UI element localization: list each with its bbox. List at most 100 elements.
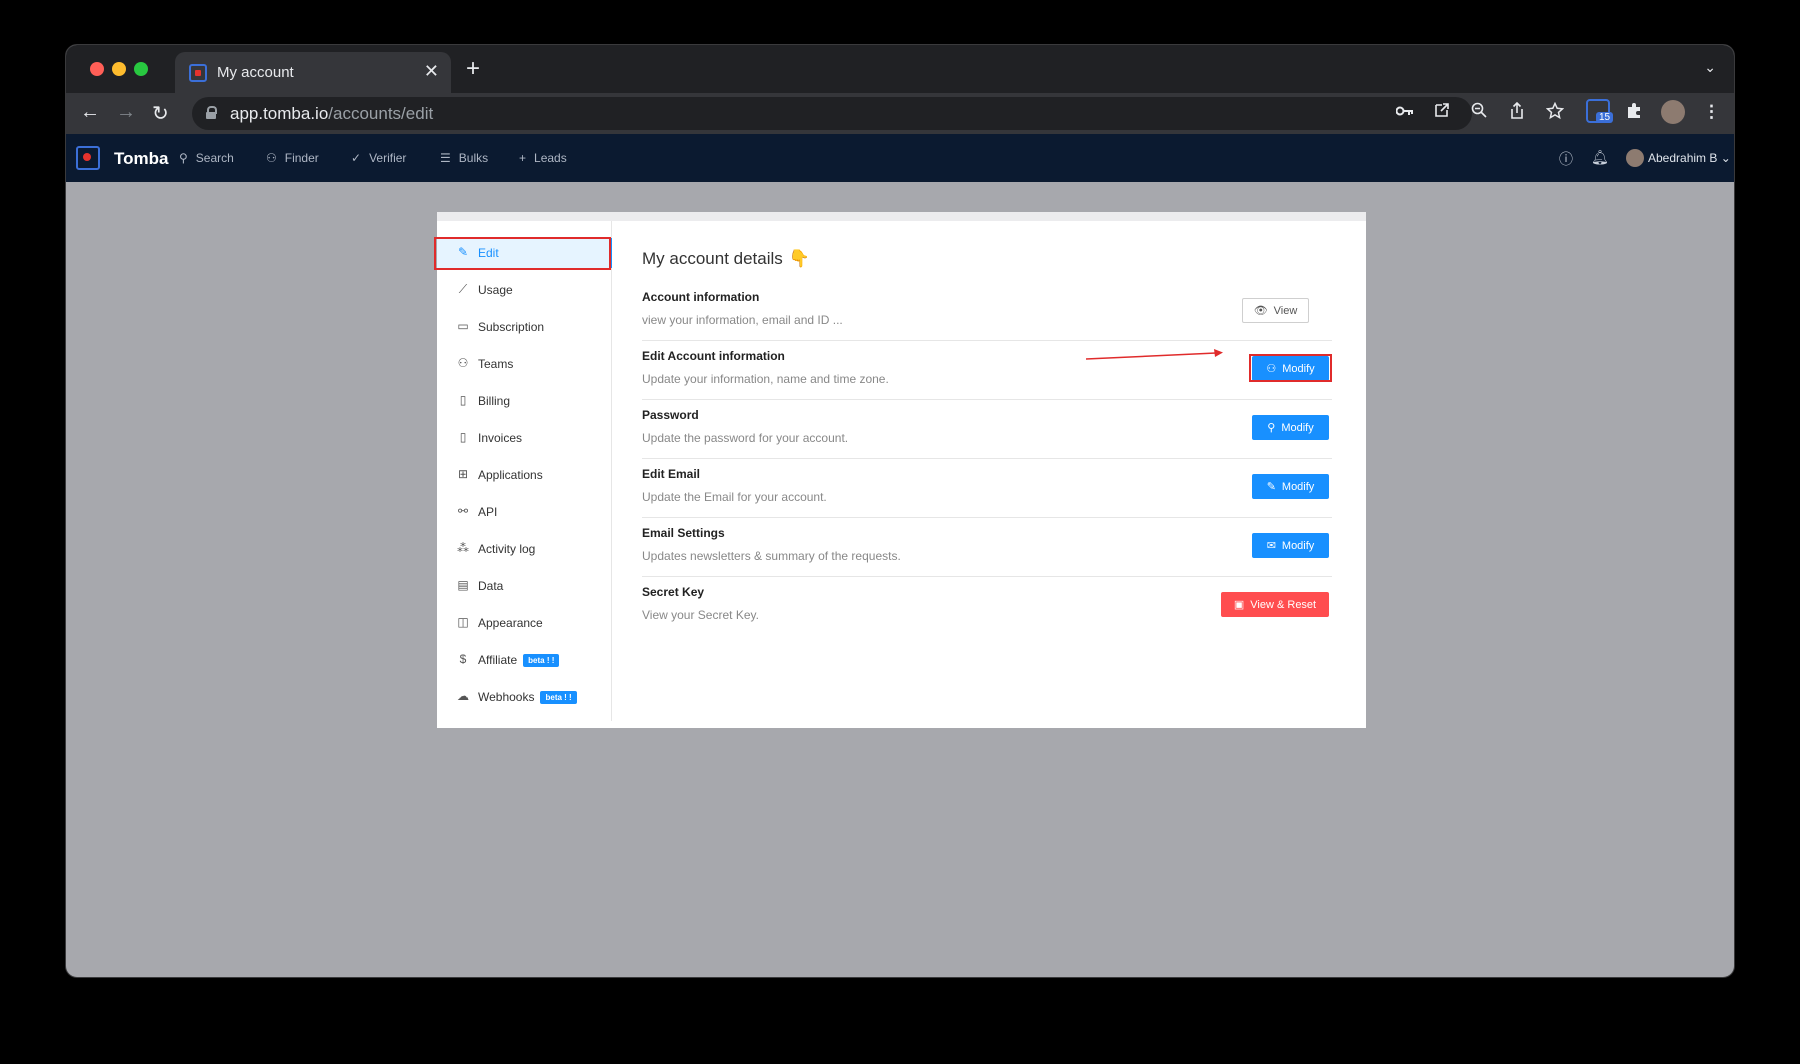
sidebar-item-usage[interactable]: ⟋ Usage [437,275,612,305]
brand-name[interactable]: Tomba [114,149,168,169]
more-menu-icon[interactable]: ⋮ [1703,102,1720,122]
account-details: My account details 👇 Account information … [642,221,1332,721]
edit-highlight-box [434,237,611,270]
row-title: Edit Account information [642,349,785,363]
view-reset-secret-key-button[interactable]: ▣ View & Reset [1221,592,1329,617]
nav-finder[interactable]: ⚇ Finder [266,151,319,165]
tab-search-chevron-icon[interactable]: ⌄ [1704,59,1716,76]
chart-line-icon: ⟋ [458,282,468,296]
bookmark-star-icon[interactable] [1546,102,1564,120]
sidebar-item-data[interactable]: ▤ Data [437,571,612,601]
browser-toolbar: ← → ↻ app.tomba.io/accounts/edit 15 ⋮ [66,93,1734,134]
row-description: Update the Email for your account. [642,490,827,504]
tab-strip: My account ✕ + ⌄ [66,45,1734,93]
email-settings-row: Email Settings Updates newsletters & sum… [642,518,1332,577]
database-icon: ▤ [457,578,469,592]
tomba-extension-icon[interactable]: 15 [1586,99,1614,123]
reload-icon[interactable]: ↻ [152,101,169,126]
sidebar-item-webhooks[interactable]: ☁ Webhooks beta ! ! [437,682,612,712]
chevron-down-icon: ⌄ [1720,151,1731,165]
account-information-row: Account information view your informatio… [642,282,1332,341]
row-description: Update the password for your account. [642,431,849,445]
list-icon: ☰ [440,151,451,165]
api-icon: ⚯ [457,504,469,518]
sidebar-item-activity-log[interactable]: ⁂ Activity log [437,534,612,564]
edit-icon: ✎ [1266,481,1276,493]
row-description: Update your information, name and time z… [642,372,889,386]
help-icon[interactable]: ⓘ [1559,149,1573,169]
sidebar-item-api[interactable]: ⚯ API [437,497,612,527]
minimize-window-button[interactable] [112,62,126,76]
zoom-icon[interactable] [1471,102,1487,118]
new-tab-button[interactable]: + [466,55,480,83]
bell-icon[interactable]: 🔔︎ [1591,149,1609,166]
url-text: app.tomba.io/accounts/edit [230,104,434,123]
forward-arrow-icon[interactable]: → [116,101,136,124]
nav-leads[interactable]: + Leads [519,151,567,165]
id-card-icon: ▣ [1233,599,1245,611]
sidebar-item-applications[interactable]: ⊞ Applications [437,460,612,490]
user-icon: ⚇ [266,151,277,165]
modify-highlight-box [1249,354,1332,382]
sidebar-item-appearance[interactable]: ◫ Appearance [437,608,612,638]
search-icon: ⚲ [179,151,188,165]
maximize-window-button[interactable] [134,62,148,76]
profile-avatar[interactable] [1661,100,1685,124]
card-icon: ▭ [457,319,469,333]
modify-password-button[interactable]: ⚲ Modify [1252,415,1329,440]
open-external-icon[interactable] [1434,102,1450,118]
modify-email-button[interactable]: ✎ Modify [1252,474,1329,499]
tomba-favicon-icon [189,64,207,82]
nav-bulks[interactable]: ☰ Bulks [440,151,488,165]
check-icon: ✓ [351,151,362,165]
close-window-button[interactable] [90,62,104,76]
cluster-icon: ⁂ [457,541,469,555]
row-title: Email Settings [642,526,725,540]
modify-email-settings-button[interactable]: ✉ Modify [1252,533,1329,558]
address-bar[interactable]: app.tomba.io/accounts/edit [192,97,1472,130]
share-icon[interactable] [1509,102,1525,120]
sidebar-item-teams[interactable]: ⚇ Teams [437,349,612,379]
back-arrow-icon[interactable]: ← [80,101,100,124]
mail-icon: ✉ [1266,540,1276,552]
eye-icon: 👁︎ [1253,305,1268,317]
app-header: Tomba ⚲ Search ⚇ Finder ✓ Verifier ☰ Bulks +… [66,134,1734,182]
annotation-arrow-icon [1086,349,1223,360]
row-title: Secret Key [642,585,705,599]
key-icon: ⚲ [1267,422,1276,434]
row-title: Password [642,408,699,422]
row-description: View your Secret Key. [642,608,759,622]
browser-tab[interactable]: My account ✕ [175,52,451,93]
nav-verifier[interactable]: ✓ Verifier [351,151,406,165]
nav-search[interactable]: ⚲ Search [179,151,234,165]
extension-count-badge: 15 [1596,112,1614,123]
pointing-down-icon: 👇 [788,249,810,268]
account-card: ✎ Edit ⟋ Usage ▭ Subscription ⚇ Teams ▯ Billi… [434,212,1366,728]
password-row: Password Update the password for your ac… [642,400,1332,459]
user-avatar[interactable] [1626,149,1644,167]
beta-badge: beta ! ! [540,691,577,704]
tomba-logo-icon[interactable] [76,146,100,170]
sidebar-item-billing[interactable]: ▯ Billing [437,386,612,416]
browser-window: My account ✕ + ⌄ ← → ↻ app.tomba.io/acco… [65,44,1735,978]
sidebar-item-affiliate[interactable]: $ Affiliate beta ! ! [437,645,612,675]
dollar-icon: $ [459,652,467,666]
page-title: My account details 👇 [642,249,810,268]
secret-key-row: Secret Key View your Secret Key. ▣ View &… [642,577,1332,636]
user-menu[interactable]: Abedrahim B ⌄ [1648,151,1731,165]
apps-icon: ⊞ [457,467,469,481]
sidebar-item-subscription[interactable]: ▭ Subscription [437,312,612,342]
tab-title: My account [217,64,294,81]
document-icon: ▯ [459,430,467,444]
file-icon: ▯ [459,393,467,407]
row-description: Updates newsletters & summary of the req… [642,549,901,563]
view-account-button[interactable]: 👁︎ View [1242,298,1309,323]
row-description: view your information, email and ID ... [642,313,843,327]
lock-icon [206,106,217,119]
tab-close-icon[interactable]: ✕ [424,61,439,82]
cloud-icon: ☁ [457,689,469,703]
beta-badge: beta ! ! [523,654,560,667]
puzzle-extensions-icon[interactable] [1626,102,1643,119]
sidebar-item-invoices[interactable]: ▯ Invoices [437,423,612,453]
key-icon[interactable] [1396,105,1414,117]
